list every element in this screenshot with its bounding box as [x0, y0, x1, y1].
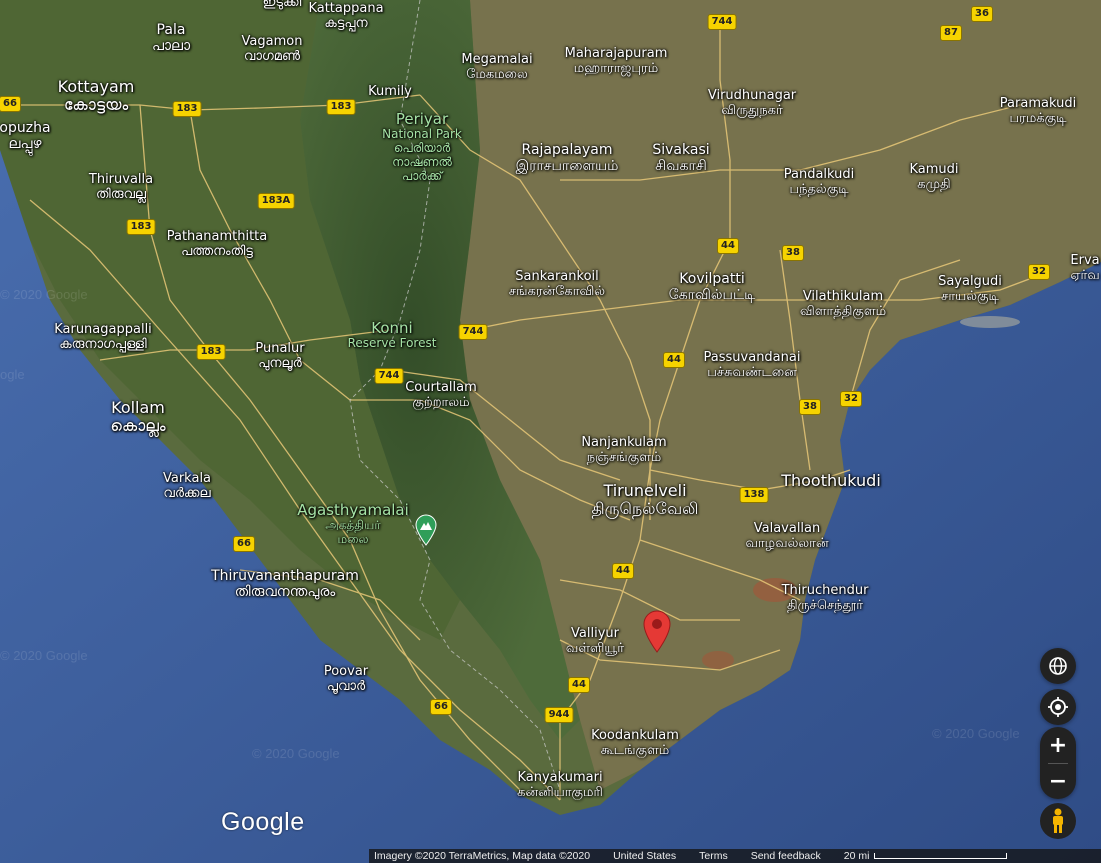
zoom-out-button[interactable]: −	[1040, 763, 1076, 799]
globe-button[interactable]	[1040, 648, 1076, 684]
country-link[interactable]: United States	[613, 850, 676, 862]
zoom-controls: + −	[1040, 727, 1076, 799]
salt-pans	[960, 316, 1020, 328]
zoom-in-button[interactable]: +	[1040, 727, 1076, 763]
highway-shield: 32	[840, 391, 862, 407]
highway-shield: 38	[782, 245, 804, 261]
pegman-icon	[1053, 808, 1063, 833]
scale-control[interactable]: 20 mi	[844, 850, 1026, 862]
highway-shield: 744	[374, 368, 404, 384]
highway-shield: 183	[172, 101, 202, 117]
highway-shield: 36	[971, 6, 993, 22]
highway-shield: 44	[568, 677, 590, 693]
highway-shield: 44	[612, 563, 634, 579]
highway-shield: 183	[326, 99, 356, 115]
watermark: © 2020 Google	[0, 648, 88, 663]
highway-shield: 138	[739, 487, 769, 503]
globe-icon	[1049, 657, 1067, 675]
highway-shield: 32	[1028, 264, 1050, 280]
attribution-footer: Imagery ©2020 TerraMetrics, Map data ©20…	[369, 849, 1101, 863]
send-feedback-link[interactable]: Send feedback	[751, 850, 821, 862]
highway-shield: 183A	[257, 193, 295, 209]
highway-shield: 744	[707, 14, 737, 30]
highway-shield: 66	[430, 699, 452, 715]
divider	[1048, 763, 1068, 764]
street-view-pegman-button[interactable]	[1040, 803, 1076, 839]
highway-shield: 183	[196, 344, 226, 360]
highway-shield: 66	[233, 536, 255, 552]
imagery-attribution: Imagery ©2020 TerraMetrics, Map data ©20…	[374, 850, 591, 862]
crosshair-icon	[1048, 697, 1068, 717]
watermark: © 2020 Google	[252, 746, 340, 761]
highway-shield: 38	[799, 399, 821, 415]
highway-shield: 44	[717, 238, 739, 254]
google-logo[interactable]: Google	[221, 808, 305, 837]
highway-shield: 66	[0, 96, 21, 112]
watermark: ogle	[0, 367, 25, 382]
watermark: © 2020 Google	[932, 726, 1020, 741]
highway-shield: 44	[663, 352, 685, 368]
red-soil	[753, 578, 797, 602]
scale-label: 20 mi	[843, 850, 870, 862]
my-location-button[interactable]	[1040, 689, 1076, 725]
highway-shield: 87	[940, 25, 962, 41]
watermark: © 2020 Google	[0, 287, 88, 302]
highway-shield: 744	[458, 324, 488, 340]
highway-shield: 183	[126, 219, 156, 235]
scale-bar	[874, 853, 1008, 859]
highway-shield: 944	[544, 707, 574, 723]
terms-link[interactable]: Terms	[699, 850, 728, 862]
mountain-marker-icon[interactable]	[414, 514, 438, 546]
location-pin-icon[interactable]	[642, 609, 672, 657]
